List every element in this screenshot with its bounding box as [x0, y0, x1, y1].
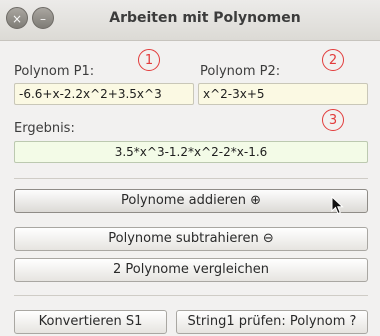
p2-input[interactable]: x^2-3x+5 — [198, 83, 368, 105]
check-polynomial-button[interactable]: String1 prüfen: Polynom ? — [176, 310, 368, 334]
separator-top — [14, 178, 368, 179]
marker-2: 2 — [322, 49, 344, 71]
p2-label: Polynom P2: — [200, 64, 281, 79]
p1-label: Polynom P1: — [14, 64, 95, 79]
result-label: Ergebnis: — [14, 121, 75, 136]
convert-s1-button[interactable]: Konvertieren S1 — [14, 310, 167, 334]
p1-input[interactable]: -6.6+x-2.2x^2+3.5x^3 — [14, 83, 194, 105]
mouse-pointer-icon — [331, 196, 344, 215]
result-field[interactable]: 3.5*x^3-1.2*x^2-2*x-1.6 — [14, 141, 368, 163]
add-polynomials-button[interactable]: Polynome addieren ⊕ — [14, 189, 368, 213]
marker-1: 1 — [138, 49, 160, 71]
window-title: Arbeiten mit Polynomen — [109, 10, 301, 26]
app-window: × – Arbeiten mit Polynomen Polynom P1: 1… — [0, 0, 380, 336]
compare-polynomials-button[interactable]: 2 Polynome vergleichen — [14, 258, 368, 282]
subtract-polynomials-button[interactable]: Polynome subtrahieren ⊖ — [14, 227, 368, 251]
title-bar: × – Arbeiten mit Polynomen — [0, 0, 380, 41]
separator-bottom — [14, 295, 368, 296]
marker-3: 3 — [322, 109, 344, 131]
